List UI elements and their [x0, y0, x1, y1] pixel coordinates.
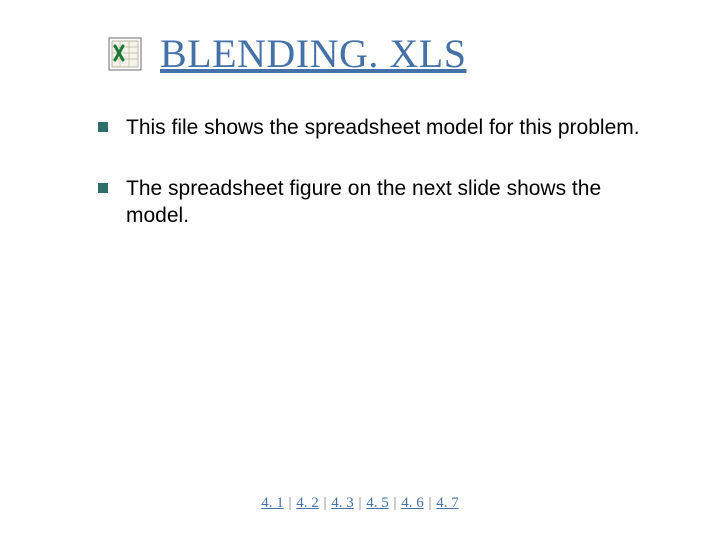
- footer-separator: |: [424, 495, 437, 511]
- title-row: BLENDING. XLS: [0, 0, 720, 81]
- footer-link-4-6[interactable]: 4. 6: [401, 495, 424, 511]
- bullet-text: This file shows the spreadsheet model fo…: [126, 115, 640, 142]
- footer-link-4-5[interactable]: 4. 5: [366, 495, 389, 511]
- footer-link-4-7[interactable]: 4. 7: [436, 495, 459, 511]
- excel-file-icon: [108, 37, 142, 71]
- bullet-square-icon: [98, 183, 108, 193]
- slide: BLENDING. XLS This file shows the spread…: [0, 0, 720, 540]
- slide-body: This file shows the spreadsheet model fo…: [0, 81, 720, 230]
- footer-separator: |: [354, 495, 367, 511]
- footer-link-4-2[interactable]: 4. 2: [296, 495, 319, 511]
- footer-separator: |: [287, 495, 296, 511]
- footer-separator: |: [389, 495, 402, 511]
- list-item: This file shows the spreadsheet model fo…: [98, 115, 660, 142]
- footer-nav: 4. 1 | 4. 2 | 4. 3 | 4. 5 | 4. 6 | 4. 7: [0, 495, 720, 512]
- footer-link-4-1[interactable]: 4. 1: [261, 495, 284, 511]
- list-item: The spreadsheet figure on the next slide…: [98, 176, 660, 230]
- title-file-link[interactable]: BLENDING. XLS: [160, 30, 466, 77]
- footer-link-4-3[interactable]: 4. 3: [331, 495, 354, 511]
- bullet-text: The spreadsheet figure on the next slide…: [126, 176, 660, 230]
- bullet-square-icon: [98, 122, 108, 132]
- footer-separator: |: [319, 495, 332, 511]
